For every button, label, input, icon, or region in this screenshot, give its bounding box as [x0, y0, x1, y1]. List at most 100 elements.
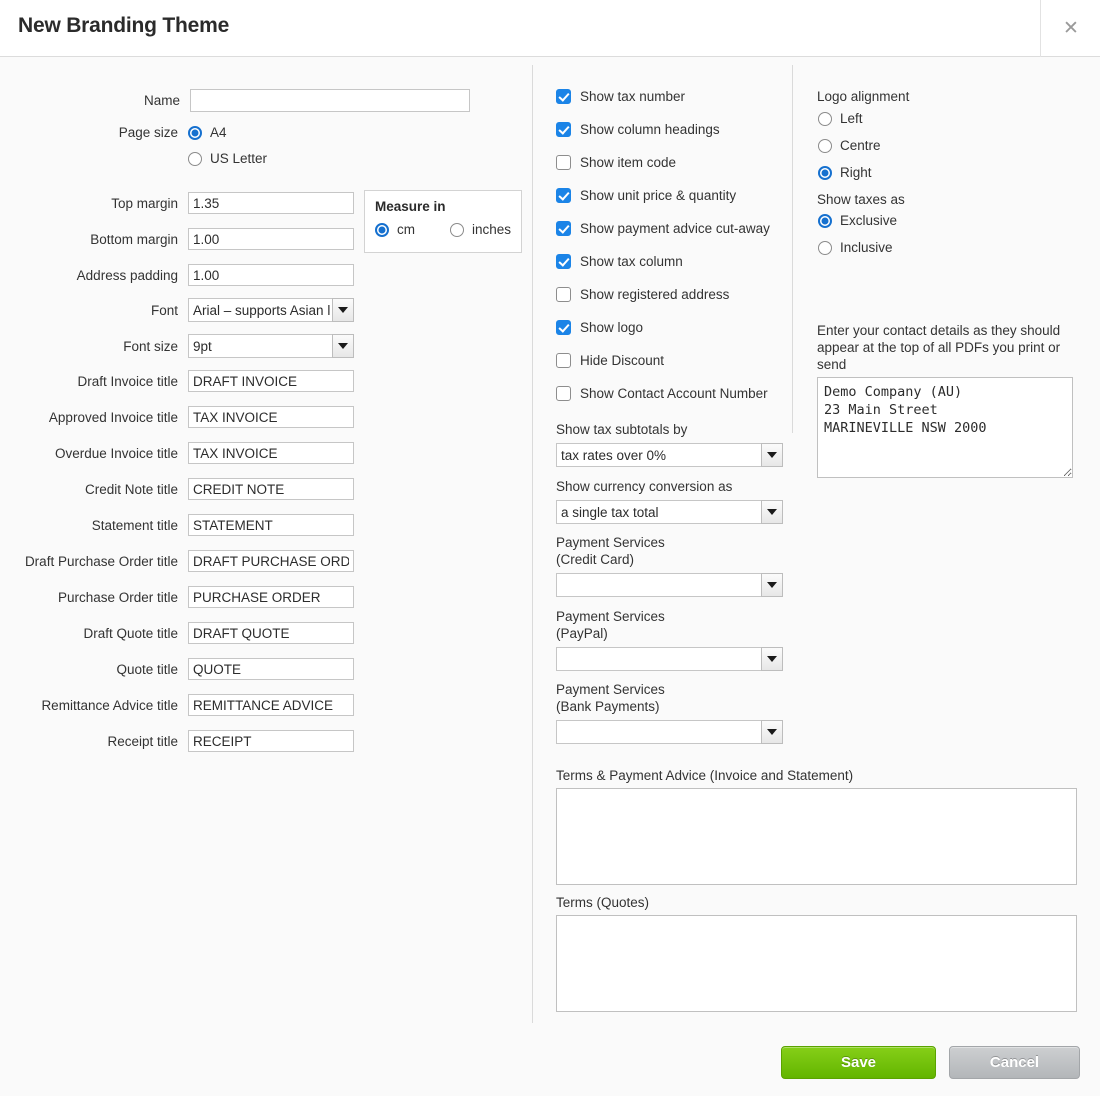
radio-icon-a4[interactable] [188, 125, 202, 140]
checkbox-show-item-code[interactable]: Show item code [556, 155, 676, 170]
checkbox-icon-show-tax-number[interactable] [556, 89, 571, 104]
checkbox-show-column-headings[interactable]: Show column headings [556, 122, 720, 137]
bottom-margin-input[interactable] [188, 228, 354, 250]
draft-quote-title-row: Draft Quote title [0, 622, 360, 644]
checkbox-icon-show-registered-address[interactable] [556, 287, 571, 302]
radio-show-taxes-inclusive[interactable]: Inclusive [818, 240, 893, 255]
radio-icon-logo-right[interactable] [818, 165, 832, 180]
checkbox-show-logo[interactable]: Show logo [556, 320, 643, 335]
radio-logo-alignment-left[interactable]: Left [818, 111, 863, 126]
page-size-us-letter-label: US Letter [210, 151, 268, 166]
quote-title-input[interactable] [188, 658, 354, 680]
checkbox-icon-show-logo[interactable] [556, 320, 571, 335]
overdue-invoice-title-input[interactable] [188, 442, 354, 464]
checkbox-label-show-contact-account-number: Show Contact Account Number [580, 386, 768, 401]
dialog-titlebar: New Branding Theme ✕ [0, 0, 1100, 57]
chevron-down-icon [338, 307, 348, 313]
radio-icon-us-letter[interactable] [188, 151, 202, 166]
receipt-title-input[interactable] [188, 730, 354, 752]
radio-show-taxes-exclusive[interactable]: Exclusive [818, 213, 897, 228]
payment-services-paypal-select-value [556, 647, 761, 671]
checkbox-show-registered-address[interactable]: Show registered address [556, 287, 729, 302]
purchase-order-title-label: Purchase Order title [57, 589, 178, 605]
chevron-down-icon [338, 343, 348, 349]
draft-invoice-title-input[interactable] [188, 370, 354, 392]
purchase-order-title-input[interactable] [188, 586, 354, 608]
checkbox-hide-discount[interactable]: Hide Discount [556, 353, 664, 368]
radio-measure-cm[interactable]: cm [375, 222, 415, 237]
terms-payment-advice-label: Terms & Payment Advice (Invoice and Stat… [556, 768, 854, 783]
checkbox-show-tax-number[interactable]: Show tax number [556, 89, 685, 104]
payment-services-credit-card-select-button[interactable] [761, 573, 783, 597]
contact-details-textarea[interactable] [817, 377, 1073, 478]
payment-services-bank-payments-select-button[interactable] [761, 720, 783, 744]
payment-services-credit-card-select[interactable] [556, 573, 783, 597]
radio-measure-inches[interactable]: inches [450, 222, 511, 237]
logo-alignment-right-label: Right [840, 165, 872, 180]
name-label: Name [143, 93, 180, 108]
radio-icon-inches[interactable] [450, 222, 464, 237]
approved-invoice-title-input[interactable] [188, 406, 354, 428]
radio-logo-alignment-centre[interactable]: Centre [818, 138, 881, 153]
payment-services-paypal-select[interactable] [556, 647, 783, 671]
checkbox-icon-show-column-headings[interactable] [556, 122, 571, 137]
draft-quote-title-input[interactable] [188, 622, 354, 644]
radio-page-size-us-letter[interactable]: US Letter [188, 151, 267, 166]
name-input[interactable] [190, 89, 470, 112]
font-select-value: Arial – supports Asian l [188, 298, 332, 322]
approved-invoice-title-row: Approved Invoice title [0, 406, 360, 428]
terms-payment-advice-textarea[interactable] [556, 788, 1077, 885]
font-select-button[interactable] [332, 298, 354, 322]
currency-conversion-select-button[interactable] [761, 500, 783, 524]
draft-invoice-title-label: Draft Invoice title [77, 373, 178, 389]
checkbox-icon-show-unit-price-quantity[interactable] [556, 188, 571, 203]
remittance-advice-title-input[interactable] [188, 694, 354, 716]
address-padding-label: Address padding [76, 267, 178, 283]
cancel-button[interactable]: Cancel [949, 1046, 1080, 1079]
radio-icon-logo-centre[interactable] [818, 138, 832, 153]
radio-icon-taxes-exclusive[interactable] [818, 213, 832, 228]
checkbox-icon-show-item-code[interactable] [556, 155, 571, 170]
radio-icon-cm[interactable] [375, 222, 389, 237]
credit-note-title-input[interactable] [188, 478, 354, 500]
tax-subtotals-select-button[interactable] [761, 443, 783, 467]
top-margin-input[interactable] [188, 192, 354, 214]
checkbox-show-unit-price-quantity[interactable]: Show unit price & quantity [556, 188, 736, 203]
checkbox-show-contact-account-number[interactable]: Show Contact Account Number [556, 386, 768, 401]
radio-logo-alignment-right[interactable]: Right [818, 165, 872, 180]
statement-title-input[interactable] [188, 514, 354, 536]
payment-services-bank-payments-label-line1: Payment Services [556, 682, 665, 697]
checkbox-label-show-column-headings: Show column headings [580, 122, 720, 137]
radio-icon-taxes-inclusive[interactable] [818, 240, 832, 255]
radio-icon-logo-left[interactable] [818, 111, 832, 126]
measure-in-title: Measure in [375, 199, 446, 214]
save-button[interactable]: Save [781, 1046, 936, 1079]
payment-services-bank-payments-select[interactable] [556, 720, 783, 744]
draft-purchase-order-title-input[interactable] [188, 550, 354, 572]
payment-services-paypal-select-button[interactable] [761, 647, 783, 671]
checkbox-icon-show-contact-account-number[interactable] [556, 386, 571, 401]
checkbox-show-payment-advice-cut-away[interactable]: Show payment advice cut-away [556, 221, 770, 236]
receipt-title-label: Receipt title [107, 733, 178, 749]
checkbox-icon-show-tax-column[interactable] [556, 254, 571, 269]
font-size-select-button[interactable] [332, 334, 354, 358]
close-button[interactable]: ✕ [1040, 0, 1100, 57]
payment-services-credit-card-label-line2: (Credit Card) [556, 552, 635, 567]
radio-page-size-a4[interactable]: A4 [188, 125, 227, 140]
receipt-title-row: Receipt title [0, 730, 360, 752]
terms-quotes-textarea[interactable] [556, 915, 1077, 1012]
font-select[interactable]: Arial – supports Asian l [188, 298, 354, 322]
currency-conversion-select[interactable]: a single tax total [556, 500, 783, 524]
font-size-select[interactable]: 9pt [188, 334, 354, 358]
currency-conversion-label: Show currency conversion as [556, 479, 733, 494]
overdue-invoice-title-label: Overdue Invoice title [54, 445, 178, 461]
chevron-down-icon [767, 656, 777, 662]
quote-title-row: Quote title [0, 658, 360, 680]
checkbox-icon-show-payment-advice-cut-away[interactable] [556, 221, 571, 236]
tax-subtotals-select[interactable]: tax rates over 0% [556, 443, 783, 467]
checkbox-icon-hide-discount[interactable] [556, 353, 571, 368]
payment-services-credit-card-select-value [556, 573, 761, 597]
checkbox-show-tax-column[interactable]: Show tax column [556, 254, 683, 269]
address-padding-input[interactable] [188, 264, 354, 286]
checkbox-label-show-payment-advice-cut-away: Show payment advice cut-away [580, 221, 770, 236]
